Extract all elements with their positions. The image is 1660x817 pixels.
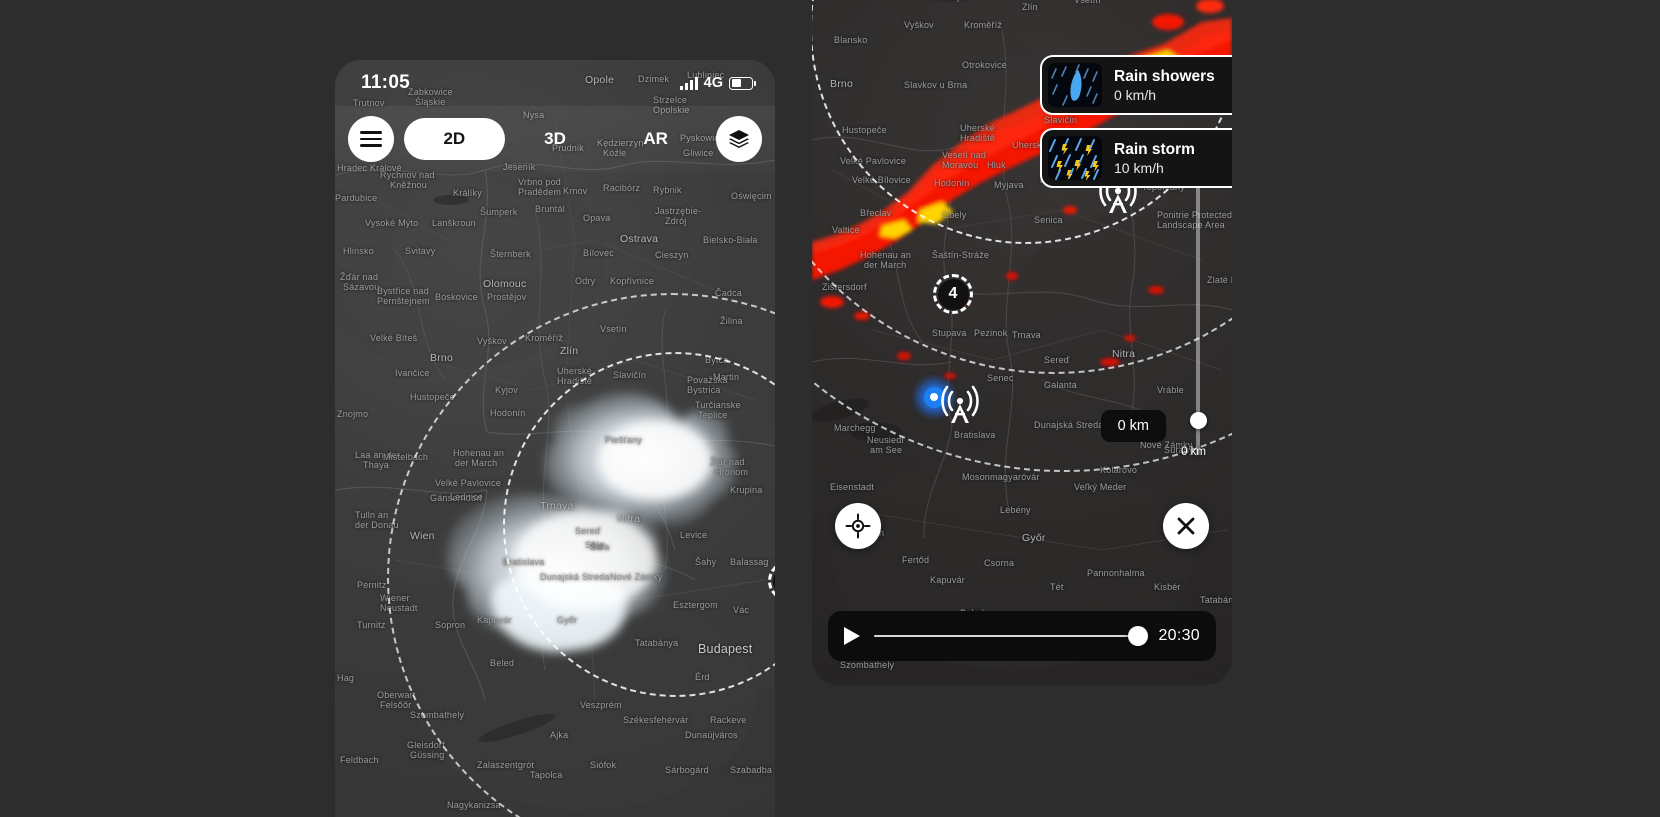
timeline-time-label: 20:30 <box>1158 627 1200 644</box>
map-layers-icon <box>729 130 749 148</box>
cluster-marker[interactable]: 9 <box>768 561 775 601</box>
rain-showers-icon <box>1048 63 1102 107</box>
weather-card-title: Rain showers <box>1114 67 1215 85</box>
crosshair-locate-icon <box>845 513 871 539</box>
play-icon <box>844 627 860 645</box>
signal-bars-icon <box>679 76 698 90</box>
timeline-knob[interactable] <box>1128 626 1149 646</box>
view-mode-ar[interactable]: AR <box>605 118 706 160</box>
weather-card-speed: 0 km/h <box>1114 86 1157 103</box>
weather-card-rain-storm[interactable]: Rain storm 10 km/h <box>1040 128 1232 188</box>
map-canvas-left[interactable]: Trutnov Zabkowice Śląskie Opole Dzimek Lublin… <box>335 60 775 817</box>
distance-slider-knob[interactable] <box>1189 412 1207 429</box>
play-button[interactable] <box>842 625 862 647</box>
close-x-icon <box>1177 517 1195 535</box>
timeline-slider[interactable] <box>874 626 1149 646</box>
menu-button[interactable] <box>348 116 394 162</box>
distance-min-label: 0 km <box>1181 446 1206 458</box>
cluster-count: 4 <box>937 278 969 310</box>
hamburger-menu-icon <box>360 131 382 147</box>
status-bar-left: 11:05 4G <box>335 60 775 106</box>
weather-card-speed: 10 km/h <box>1114 159 1164 176</box>
locate-me-button[interactable] <box>835 503 881 549</box>
radio-tower-marker-icon[interactable] <box>937 382 983 424</box>
distance-value-tooltip: 0 km <box>1100 410 1168 442</box>
phone-screen-2d-map: Trutnov Zabkowice Śląskie Opole Dzimek Lublin… <box>335 60 775 817</box>
weather-alert-card-list: Rain showers 0 km/h Rain storm 10 km/h <box>1040 55 1232 188</box>
view-mode-segmented-control[interactable]: 2D 3D AR <box>404 118 706 160</box>
status-time: 11:05 <box>361 72 411 93</box>
timeline-player-bar: 20:30 <box>828 611 1216 661</box>
timeline-track[interactable] <box>874 634 1147 638</box>
top-control-bar: 2D 3D AR <box>335 106 775 172</box>
view-mode-2d[interactable]: 2D <box>404 118 505 160</box>
close-panel-button[interactable] <box>1163 503 1209 549</box>
view-mode-3d[interactable]: 3D <box>505 118 606 160</box>
cluster-marker[interactable]: 4 <box>933 274 973 314</box>
network-type-label: 4G <box>703 75 723 91</box>
weather-card-rain-showers[interactable]: Rain showers 0 km/h <box>1040 55 1232 115</box>
screenshot-stage: Trutnov Zabkowice Śląskie Opole Dzimek Lublin… <box>0 0 1660 817</box>
rain-storm-icon <box>1048 136 1102 180</box>
layers-button[interactable] <box>716 116 762 162</box>
map-vector-layer-left <box>335 119 775 810</box>
battery-icon <box>729 76 756 90</box>
phone-screen-storm-detail: ProstějovBlanskoVyškovKroměřížZlínVsetín… <box>812 0 1232 685</box>
distance-slider[interactable] <box>1189 165 1207 455</box>
weather-card-title: Rain storm <box>1114 140 1195 158</box>
